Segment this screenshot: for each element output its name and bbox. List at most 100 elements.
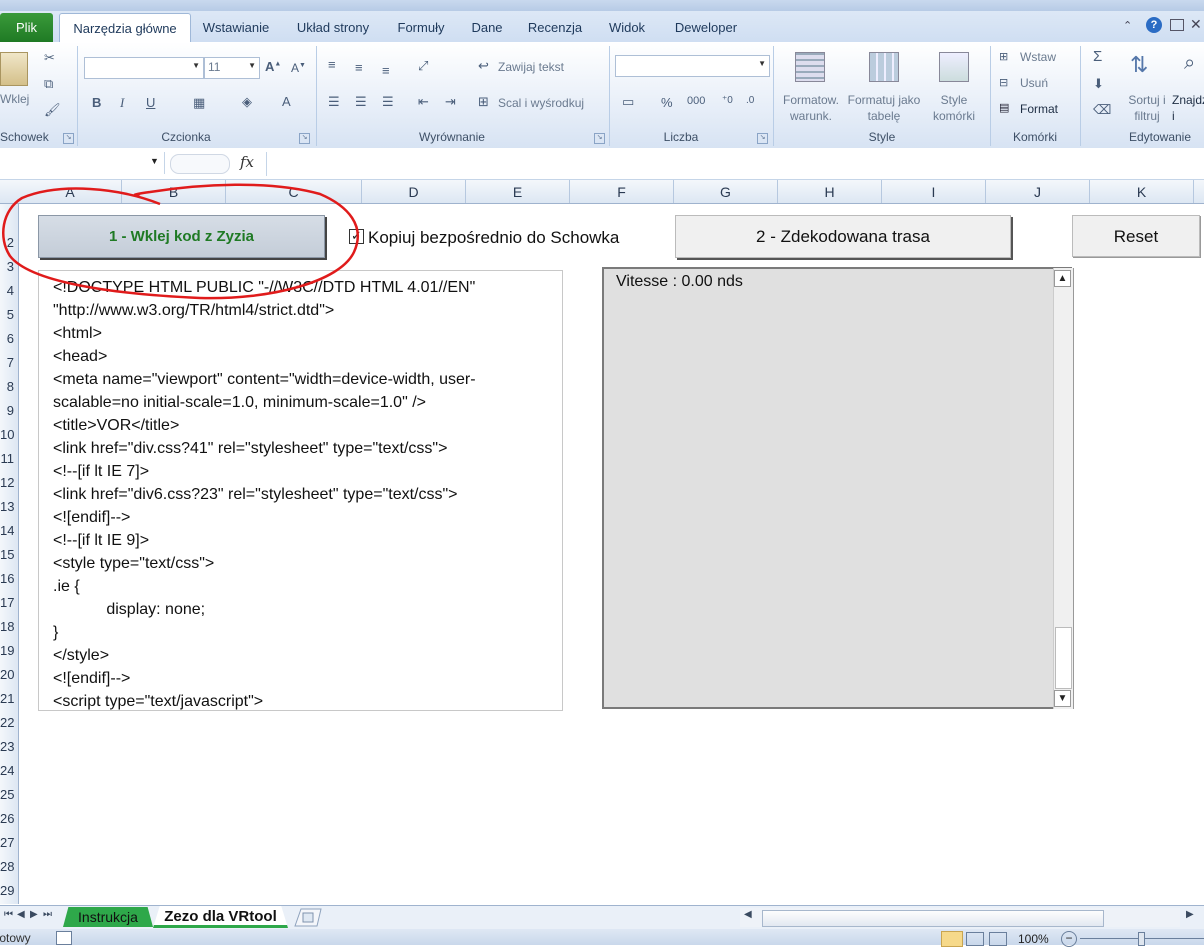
cell-styles-label[interactable]: Style komórki bbox=[924, 92, 984, 124]
copy-to-clipboard-label[interactable]: Kopiuj bezpośrednio do Schowka bbox=[368, 228, 619, 248]
column-header-k[interactable]: K bbox=[1090, 180, 1194, 203]
first-sheet-icon[interactable]: ⏮ bbox=[4, 909, 13, 920]
clipboard-launcher-icon[interactable]: ↘ bbox=[63, 133, 74, 144]
format-as-table-icon[interactable] bbox=[869, 52, 899, 82]
row-header[interactable]: 24 bbox=[0, 763, 14, 787]
reset-button[interactable]: Reset bbox=[1072, 215, 1200, 257]
sort-filter-label[interactable]: Sortuj i filtruj bbox=[1122, 92, 1172, 124]
cut-icon[interactable]: ✂ bbox=[44, 50, 55, 66]
row-header[interactable]: 20 bbox=[0, 667, 14, 691]
close-icon[interactable]: ✕ bbox=[1190, 16, 1202, 33]
macro-record-icon[interactable] bbox=[56, 931, 72, 945]
increase-decimal-icon[interactable]: ⁺0 bbox=[722, 95, 733, 106]
column-header-i[interactable]: I bbox=[882, 180, 986, 203]
scroll-down-icon[interactable]: ▼ bbox=[1054, 690, 1071, 707]
comma-style-icon[interactable]: 000 bbox=[687, 95, 705, 107]
column-header-g[interactable]: G bbox=[674, 180, 778, 203]
format-painter-icon[interactable]: 🖌 bbox=[44, 102, 61, 118]
row-header[interactable]: 7 bbox=[0, 355, 14, 379]
row-header[interactable]: 14 bbox=[0, 523, 14, 547]
tab-review[interactable]: Recenzja bbox=[521, 13, 589, 42]
wrap-text-icon[interactable]: ↩ bbox=[478, 58, 489, 74]
row-header[interactable]: 15 bbox=[0, 547, 14, 571]
zoom-level[interactable]: 100% bbox=[1018, 932, 1049, 946]
row-header[interactable]: 23 bbox=[0, 739, 14, 763]
align-bottom-icon[interactable]: ≡ bbox=[382, 63, 390, 78]
fill-color-icon[interactable]: ◈ bbox=[242, 94, 252, 110]
increase-indent-icon[interactable]: ⇥ bbox=[445, 94, 456, 110]
fill-icon[interactable]: ⬇ bbox=[1093, 76, 1104, 92]
page-layout-view-icon[interactable] bbox=[966, 932, 984, 946]
sheet-tab-instrukcja[interactable]: Instrukcja bbox=[63, 907, 153, 927]
number-launcher-icon[interactable]: ↘ bbox=[757, 133, 768, 144]
format-cells-icon[interactable]: ▤ bbox=[999, 101, 1009, 114]
tab-view[interactable]: Widok bbox=[601, 13, 653, 42]
scroll-up-icon[interactable]: ▲ bbox=[1054, 270, 1071, 287]
font-launcher-icon[interactable]: ↘ bbox=[299, 133, 310, 144]
font-color-icon[interactable]: A bbox=[282, 94, 291, 109]
clear-icon[interactable]: ⌫ bbox=[1093, 102, 1111, 118]
row-header[interactable]: 27 bbox=[0, 835, 14, 859]
format-label[interactable]: Format bbox=[1020, 102, 1058, 116]
alignment-launcher-icon[interactable]: ↘ bbox=[594, 133, 605, 144]
row-header[interactable]: 26 bbox=[0, 811, 14, 835]
borders-icon[interactable]: ▦ bbox=[193, 95, 205, 111]
page-break-view-icon[interactable] bbox=[989, 932, 1007, 946]
merge-center-label[interactable]: Scal i wyśrodkuj bbox=[498, 96, 584, 110]
paste-button-label[interactable]: Wklej bbox=[0, 92, 29, 106]
row-header[interactable]: 22 bbox=[0, 715, 14, 739]
row-header[interactable]: 8 bbox=[0, 379, 14, 403]
insert-sheet-icon[interactable] bbox=[293, 908, 323, 927]
row-header[interactable]: 5 bbox=[0, 307, 14, 331]
column-header-e[interactable]: E bbox=[466, 180, 570, 203]
column-header-h[interactable]: H bbox=[778, 180, 882, 203]
orientation-icon[interactable]: ⤢ bbox=[418, 58, 428, 74]
scrollbar-thumb[interactable] bbox=[1055, 627, 1072, 689]
column-header-j[interactable]: J bbox=[986, 180, 1090, 203]
row-header[interactable]: 6 bbox=[0, 331, 14, 355]
row-header[interactable]: 12 bbox=[0, 475, 14, 499]
row-header[interactable]: 29 bbox=[0, 883, 14, 907]
merge-center-icon[interactable]: ⊞ bbox=[478, 94, 489, 110]
row-header[interactable]: 10 bbox=[0, 427, 14, 451]
paste-icon[interactable] bbox=[0, 52, 28, 86]
currency-icon[interactable]: ▭ bbox=[622, 94, 634, 110]
row-header[interactable]: 17 bbox=[0, 595, 14, 619]
formula-input[interactable] bbox=[270, 153, 1200, 175]
horizontal-scroll-thumb[interactable] bbox=[762, 910, 1104, 927]
grow-font-icon[interactable]: A▲ bbox=[265, 59, 281, 74]
prev-sheet-icon[interactable]: ◀ bbox=[17, 909, 25, 920]
sort-filter-icon[interactable]: ⇅ bbox=[1130, 52, 1148, 78]
code-textbox[interactable]: <!DOCTYPE HTML PUBLIC "-//W3C//DTD HTML … bbox=[38, 270, 563, 711]
cond-format-label[interactable]: Formatow. warunk. bbox=[779, 92, 843, 124]
font-name-combo[interactable]: ▼ bbox=[84, 57, 204, 79]
format-table-label[interactable]: Formatuj jako tabelę bbox=[845, 92, 923, 124]
tab-file[interactable]: Plik bbox=[0, 13, 53, 42]
chevron-down-icon[interactable]: ▼ bbox=[150, 156, 159, 166]
row-header[interactable]: 13 bbox=[0, 499, 14, 523]
tab-home[interactable]: Narzędzia główne bbox=[59, 13, 191, 44]
delete-label[interactable]: Usuń bbox=[1020, 76, 1048, 90]
scroll-right-icon[interactable]: ▶ bbox=[1186, 909, 1194, 920]
row-header[interactable]: 19 bbox=[0, 643, 14, 667]
copy-icon[interactable]: ⧉ bbox=[44, 76, 53, 92]
column-header-f[interactable]: F bbox=[570, 180, 674, 203]
bold-icon[interactable]: B bbox=[92, 95, 101, 110]
align-top-icon[interactable]: ≡ bbox=[328, 57, 336, 72]
route-output-panel[interactable] bbox=[602, 267, 1072, 709]
help-icon[interactable]: ? bbox=[1146, 17, 1162, 33]
row-header[interactable]: 25 bbox=[0, 787, 14, 811]
last-sheet-icon[interactable]: ⏭ bbox=[43, 909, 52, 920]
next-sheet-icon[interactable]: ▶ bbox=[30, 909, 38, 920]
autosum-icon[interactable]: Σ bbox=[1093, 48, 1102, 65]
row-header[interactable]: 16 bbox=[0, 571, 14, 595]
row-header[interactable]: 28 bbox=[0, 859, 14, 883]
percent-icon[interactable]: % bbox=[661, 95, 673, 110]
find-select-label[interactable]: Znajdź i zaznacz bbox=[1172, 92, 1204, 124]
minimize-ribbon-icon[interactable]: ⌃ bbox=[1123, 19, 1132, 32]
tab-data[interactable]: Dane bbox=[465, 13, 509, 42]
tab-page-layout[interactable]: Układ strony bbox=[287, 13, 379, 42]
row-header[interactable]: 18 bbox=[0, 619, 14, 643]
tab-formulas[interactable]: Formuły bbox=[389, 13, 453, 42]
find-select-icon[interactable]: ⌕ bbox=[1184, 52, 1195, 75]
